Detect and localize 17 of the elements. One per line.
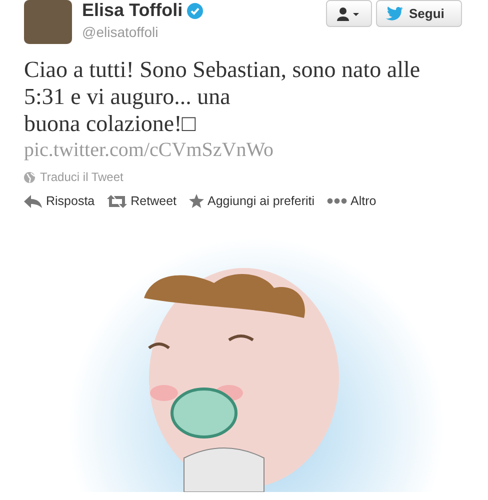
reply-arrow-icon xyxy=(24,194,42,208)
star-icon xyxy=(188,194,204,208)
tweet-text: Ciao a tutti! Sono Sebastian, sono nato alle 5:31 e vi auguro... una buona colazione!□ xyxy=(24,56,422,137)
more-action[interactable]: Altro xyxy=(326,194,376,208)
retweet-action[interactable]: Retweet xyxy=(106,194,176,208)
person-dropdown-icon xyxy=(337,6,361,20)
author-name[interactable]: Elisa Toffoli xyxy=(82,0,183,21)
more-dots-icon xyxy=(326,198,347,204)
user-actions-button[interactable] xyxy=(326,0,372,27)
favorite-action[interactable]: Aggiungi ai preferiti xyxy=(188,194,315,208)
retweet-icon xyxy=(106,194,127,208)
avatar-photo-placeholder xyxy=(24,0,72,44)
reply-action[interactable]: Risposta xyxy=(24,194,95,208)
globe-icon xyxy=(24,172,35,182)
follow-button[interactable]: Segui xyxy=(376,0,462,27)
bird-icon xyxy=(385,6,403,21)
author-handle: @elisatoffoli xyxy=(82,24,160,40)
